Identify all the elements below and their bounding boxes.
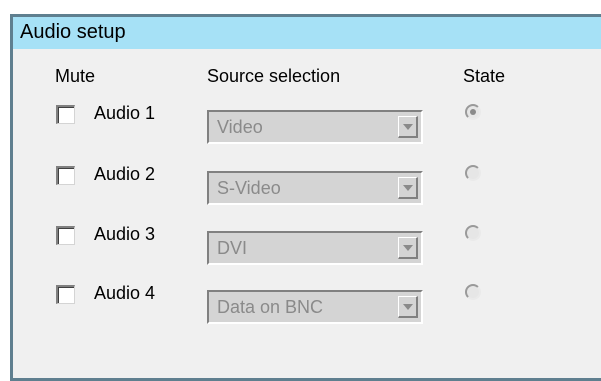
state-radio-audio-1[interactable] [465,104,481,120]
panel-title-bar: Audio setup [13,17,601,49]
source-select-dropdown-button-1[interactable] [398,116,418,138]
source-select-audio-2[interactable]: S-Video [207,171,423,205]
audio-row-4: Audio 4 Data on BNC [13,283,601,324]
state-radio-audio-2[interactable] [465,165,481,181]
mute-checkbox-audio-4[interactable] [56,285,75,304]
mute-checkbox-audio-3[interactable] [56,226,75,245]
source-select-audio-1[interactable]: Video [207,110,423,144]
mute-checkbox-audio-1[interactable] [56,105,75,124]
mute-checkbox-audio-2[interactable] [56,166,75,185]
mute-column-header: Mute [55,66,96,86]
audio-label-2: Audio 2 [94,164,156,184]
state-column-header: State [463,66,506,86]
state-radio-audio-3[interactable] [465,225,481,241]
source-select-value-4: Data on BNC [217,297,324,317]
audio-label-4: Audio 4 [94,283,156,303]
source-select-audio-3[interactable]: DVI [207,231,423,265]
audio-label-1: Audio 1 [94,103,156,123]
source-select-dropdown-button-2[interactable] [398,177,418,199]
source-select-audio-4[interactable]: Data on BNC [207,290,423,324]
state-radio-audio-4[interactable] [465,284,481,300]
radio-selected-dot [470,109,476,115]
source-select-value-1: Video [217,117,263,137]
audio-row-2: Audio 2 S-Video [13,164,601,205]
source-select-value-3: DVI [217,238,248,258]
source-select-value-2: S-Video [217,178,281,198]
source-column-header: Source selection [207,66,341,86]
chevron-down-icon [403,245,413,251]
audio-setup-panel: Audio setup Mute Source selection State … [10,14,601,381]
source-select-dropdown-button-4[interactable] [398,296,418,318]
chevron-down-icon [403,185,413,191]
source-select-dropdown-button-3[interactable] [398,237,418,259]
chevron-down-icon [403,304,413,310]
audio-row-3: Audio 3 DVI [13,224,601,265]
chevron-down-icon [403,124,413,130]
panel-title: Audio setup [20,21,126,43]
audio-label-3: Audio 3 [94,224,156,244]
audio-row-1: Audio 1 Video [13,103,601,144]
